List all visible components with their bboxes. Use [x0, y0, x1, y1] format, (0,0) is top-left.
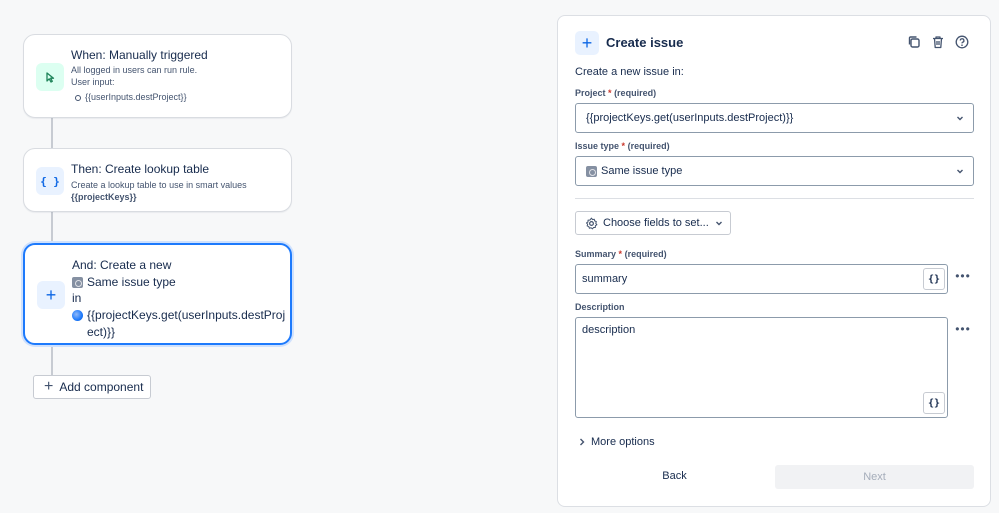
required-mark: *: [608, 88, 612, 98]
description-textarea[interactable]: description: [575, 317, 948, 418]
plus-icon: +: [37, 281, 65, 309]
user-input-label: User input:: [71, 77, 115, 87]
issue-type-select-value: Same issue type: [601, 165, 683, 177]
trigger-card[interactable]: When: Manually triggered All logged in u…: [23, 34, 292, 118]
required-mark: *: [621, 141, 626, 151]
description-textarea-value: description: [582, 324, 636, 336]
choose-fields-label: Choose fields to set...: [603, 217, 709, 229]
issue-type-label: Issue type * (required): [575, 141, 670, 151]
project-select[interactable]: {{projectKeys.get(userInputs.destProject…: [575, 103, 974, 133]
more-options-label: More options: [591, 436, 655, 448]
lookup-description: Create a lookup table to use in smart va…: [71, 180, 247, 190]
required-mark: *: [618, 249, 623, 259]
create-issue-panel: + Create issue Create a new issue in: Pr…: [557, 15, 991, 507]
intro-text: Create a new issue in:: [575, 66, 684, 78]
chevron-right-icon: [580, 438, 585, 446]
description-label: Description: [575, 302, 625, 312]
chevron-down-icon: [715, 221, 722, 226]
summary-label-text: Summary: [575, 249, 617, 259]
action-project-line2: ect)}}: [87, 325, 116, 339]
choose-fields-button[interactable]: Choose fields to set...: [575, 211, 731, 235]
connector: [51, 345, 53, 376]
chevron-down-icon: [957, 116, 963, 121]
chevron-down-icon: [957, 169, 963, 174]
back-button[interactable]: Back: [575, 465, 774, 487]
action-project-line1: {{projectKeys.get(userInputs.destProj: [87, 308, 286, 322]
more-options-toggle[interactable]: More options: [577, 436, 655, 448]
project-select-value: {{projectKeys.get(userInputs.destProject…: [586, 112, 794, 124]
divider: [575, 198, 974, 199]
more-icon[interactable]: •••: [955, 270, 971, 282]
plus-icon: +: [44, 378, 54, 395]
pointer-click-icon: [36, 63, 64, 91]
add-component-label: Add component: [59, 380, 144, 394]
trash-icon[interactable]: [930, 34, 946, 50]
action-issue-type: Same issue type: [72, 274, 278, 290]
summary-label: Summary * (required): [575, 249, 667, 259]
issue-type-icon: [72, 276, 83, 288]
required-text: (required): [624, 249, 667, 259]
trigger-title: When: Manually triggered: [71, 48, 208, 62]
panel-title: Create issue: [606, 35, 684, 50]
issue-type-select[interactable]: Same issue type: [575, 156, 974, 186]
connector: [51, 118, 53, 149]
lookup-table-card[interactable]: { } Then: Create lookup table Create a l…: [23, 148, 292, 212]
lookup-variable: {{projectKeys}}: [71, 192, 137, 202]
gear-icon: [585, 217, 598, 229]
smart-value-button[interactable]: {}: [923, 392, 945, 414]
action-title: And: Create a new: [72, 258, 172, 272]
add-component-button[interactable]: + Add component: [33, 375, 151, 399]
lookup-title: Then: Create lookup table: [71, 162, 210, 176]
plus-icon: +: [575, 31, 599, 55]
trigger-description: All logged in users can run rule.: [71, 65, 198, 75]
user-input-item: {{userInputs.destProject}}: [71, 91, 279, 103]
copy-icon[interactable]: [906, 34, 922, 50]
summary-input-value: summary: [582, 273, 628, 285]
issue-type-icon: [586, 165, 597, 177]
action-project-text: {{projectKeys.get(userInputs.destProj ec…: [87, 307, 285, 340]
create-issue-card[interactable]: + And: Create a new Same issue type in {…: [23, 243, 292, 345]
more-icon[interactable]: •••: [955, 323, 971, 335]
project-avatar-icon: [72, 310, 83, 321]
next-button[interactable]: Next: [775, 465, 974, 489]
connector: [51, 212, 53, 243]
required-text: (required): [627, 141, 670, 151]
project-label-text: Project: [575, 88, 606, 98]
braces-icon: { }: [36, 167, 64, 195]
action-issue-type-label: Same issue type: [87, 275, 176, 289]
required-text: (required): [614, 88, 657, 98]
project-label: Project * (required): [575, 88, 656, 98]
smart-value-button[interactable]: {}: [923, 268, 945, 290]
rule-canvas: When: Manually triggered All logged in u…: [0, 0, 540, 513]
summary-input[interactable]: summary: [575, 264, 948, 294]
help-icon[interactable]: [954, 34, 970, 50]
action-project: {{projectKeys.get(userInputs.destProj ec…: [72, 307, 285, 340]
action-in-label: in: [72, 291, 82, 305]
issue-type-label-text: Issue type: [575, 141, 620, 151]
